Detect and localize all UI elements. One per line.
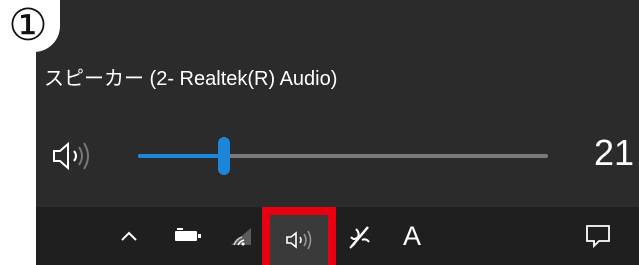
volume-icon[interactable] (262, 207, 336, 265)
notification-icon[interactable] (580, 207, 616, 265)
ime-icon[interactable]: A (398, 207, 426, 265)
audio-device-name[interactable]: スピーカー (2- Realtek(R) Audio) (44, 62, 337, 91)
taskbar: A (36, 207, 639, 265)
speaker-icon[interactable] (50, 138, 106, 174)
screenshot-stage: ① スピーカー (2- Realtek(R) Audio) 21 A (0, 0, 639, 265)
volume-slider-fill (138, 154, 225, 158)
wifi-icon[interactable] (224, 207, 258, 265)
volume-row: 21 (36, 126, 639, 186)
pen-icon[interactable] (340, 207, 380, 265)
chevron-up-icon[interactable] (112, 207, 146, 265)
battery-icon[interactable] (168, 207, 208, 265)
volume-icon-button[interactable] (270, 215, 328, 265)
step-number-label: ① (8, 0, 48, 51)
volume-slider-track[interactable] (138, 137, 548, 175)
volume-value: 21 (593, 132, 634, 173)
volume-slider-thumb[interactable] (218, 137, 231, 175)
volume-flyout: スピーカー (2- Realtek(R) Audio) 21 (36, 0, 639, 207)
